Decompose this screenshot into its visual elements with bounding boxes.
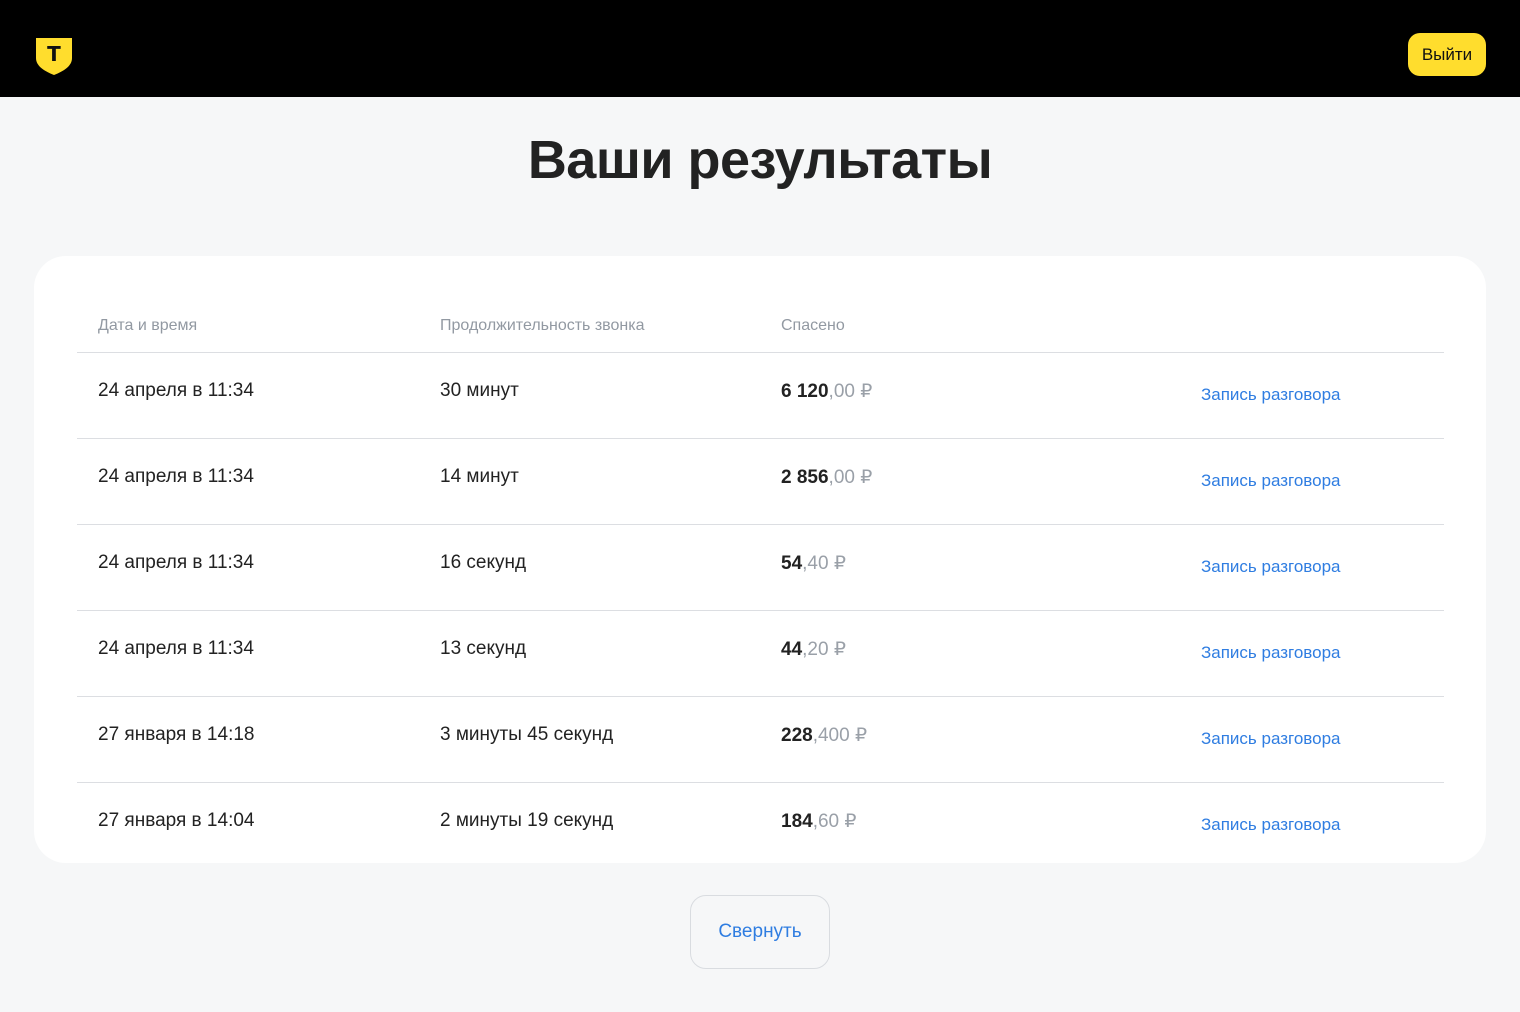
saved-amount-integer: 6 120 xyxy=(781,381,829,402)
saved-amount-integer: 184 xyxy=(781,811,813,832)
saved-amount-integer: 44 xyxy=(781,639,803,660)
call-recording-link[interactable]: Запись разговора xyxy=(1201,557,1341,577)
saved-amount-integer: 2 856 xyxy=(781,467,829,488)
tbank-shield-logo-icon[interactable]: T xyxy=(34,36,74,76)
call-duration: 30 минут xyxy=(440,380,519,401)
logo-letter: T xyxy=(47,42,61,66)
call-date: 27 января в 14:18 xyxy=(98,724,255,745)
column-header-duration: Продолжительность звонка xyxy=(440,317,645,334)
saved-amount: 44,20 ₽ xyxy=(781,638,846,661)
call-recording-link[interactable]: Запись разговора xyxy=(1201,643,1341,663)
page-title: Ваши результаты xyxy=(527,130,993,190)
saved-amount: 2 856,00 ₽ xyxy=(781,466,872,489)
table-row: 24 апреля в 11:34 13 секунд 44,20 ₽ Запи… xyxy=(77,611,1444,697)
results-table: Дата и время Продолжительность звонка Сп… xyxy=(77,312,1444,868)
call-date: 24 апреля в 11:34 xyxy=(98,552,254,573)
table-row: 24 апреля в 11:34 14 минут 2 856,00 ₽ За… xyxy=(77,439,1444,525)
call-recording-link[interactable]: Запись разговора xyxy=(1201,471,1341,491)
table-header: Дата и время Продолжительность звонка Сп… xyxy=(77,312,1444,353)
call-recording-link[interactable]: Запись разговора xyxy=(1201,729,1341,749)
saved-amount-integer: 54 xyxy=(781,553,803,574)
table-row: 27 января в 14:04 2 минуты 19 секунд 184… xyxy=(77,783,1444,868)
saved-amount: 184,60 ₽ xyxy=(781,810,856,833)
call-duration: 16 секунд xyxy=(440,552,527,573)
saved-amount-fraction: ,40 ₽ xyxy=(802,553,846,574)
saved-amount-integer: 228 xyxy=(781,725,813,746)
call-date: 24 апреля в 11:34 xyxy=(98,638,254,659)
saved-amount: 228,400 ₽ xyxy=(781,724,867,747)
saved-amount-fraction: ,00 ₽ xyxy=(828,467,873,488)
call-duration: 14 минут xyxy=(440,466,519,487)
call-date: 24 апреля в 11:34 xyxy=(98,466,254,487)
saved-amount-fraction: ,60 ₽ xyxy=(812,811,857,832)
top-bar: T Выйти xyxy=(0,0,1520,97)
table-row: 27 января в 14:18 3 минуты 45 секунд 228… xyxy=(77,697,1444,783)
call-duration: 2 минуты 19 секунд xyxy=(440,810,614,831)
table-row: 24 апреля в 11:34 30 минут 6 120,00 ₽ За… xyxy=(77,353,1444,439)
call-date: 24 апреля в 11:34 xyxy=(98,380,254,401)
call-recording-link[interactable]: Запись разговора xyxy=(1201,815,1341,835)
logout-button[interactable]: Выйти xyxy=(1408,33,1486,76)
saved-amount-fraction: ,00 ₽ xyxy=(828,381,873,402)
column-header-date: Дата и время xyxy=(98,317,198,334)
results-card: Дата и время Продолжительность звонка Сп… xyxy=(34,256,1486,863)
call-date: 27 января в 14:04 xyxy=(98,810,255,831)
saved-amount-fraction: ,20 ₽ xyxy=(802,639,846,660)
saved-amount: 54,40 ₽ xyxy=(781,552,846,575)
saved-amount-fraction: ,400 ₽ xyxy=(812,725,868,746)
collapse-button[interactable]: Свернуть xyxy=(690,895,830,969)
column-header-saved: Спасено xyxy=(781,317,845,334)
call-duration: 13 секунд xyxy=(440,638,527,659)
call-duration: 3 минуты 45 секунд xyxy=(440,724,614,745)
call-recording-link[interactable]: Запись разговора xyxy=(1201,385,1341,405)
table-row: 24 апреля в 11:34 16 секунд 54,40 ₽ Запи… xyxy=(77,525,1444,611)
saved-amount: 6 120,00 ₽ xyxy=(781,380,872,403)
